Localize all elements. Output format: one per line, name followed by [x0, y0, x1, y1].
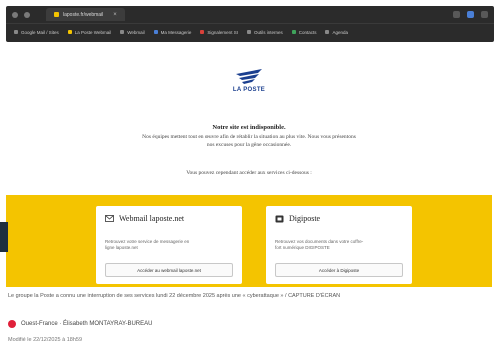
- tab-title: laposte.fr/webmail: [63, 11, 104, 18]
- bookmark-item[interactable]: Ma Messagerie: [153, 29, 192, 35]
- bookmark-label: Signalement SI: [207, 29, 238, 35]
- bookmark-icon: [325, 30, 330, 34]
- menu-icon[interactable]: [453, 11, 460, 18]
- card-header: Webmail laposte.net: [105, 214, 233, 223]
- bookmark-icon: [246, 30, 251, 34]
- card-description-line: fort numérique DIGIPOSTE: [275, 245, 330, 250]
- browser-frame: laposte.fr/webmail × Google Mail / Sites…: [6, 6, 494, 42]
- bookmark-label: Webmail: [127, 29, 145, 35]
- tab-strip: laposte.fr/webmail ×: [6, 6, 494, 23]
- favicon-icon: [54, 12, 59, 17]
- card-description-line: ligne laposte.net: [105, 245, 138, 250]
- card-description: Retrouvez votre service de messagerie en…: [105, 239, 233, 251]
- notice-cta: Vous pouvez cependant accéder aux servic…: [186, 170, 312, 176]
- webmail-card: Webmail laposte.net Retrouvez votre serv…: [96, 206, 242, 284]
- webmail-access-button[interactable]: Accéder au webmail laposte.net: [105, 263, 233, 277]
- notice-body: Nos équipes mettent tout en œuvre afin d…: [70, 133, 428, 149]
- left-edge-marker: [0, 222, 8, 252]
- vault-icon: [275, 215, 284, 222]
- window-minimize-icon[interactable]: [24, 11, 30, 18]
- card-title: Digiposte: [289, 214, 321, 223]
- mail-icon: [105, 215, 114, 222]
- bookmark-item[interactable]: Contacts: [291, 29, 317, 35]
- extensions-icon[interactable]: [481, 11, 488, 18]
- source-logo-icon: [8, 320, 16, 328]
- unavailable-notice: Notre site est indisponible. Nos équipes…: [70, 124, 428, 149]
- digiposte-access-button[interactable]: Accéder à Digiposte: [275, 263, 403, 277]
- tab-close-icon[interactable]: ×: [113, 12, 117, 18]
- author-name[interactable]: Ouest-France · Élisabeth MONTAYRAY-BUREA…: [21, 321, 152, 327]
- bookmark-item[interactable]: Google Mail / Sites: [14, 30, 59, 35]
- digiposte-card: Digiposte Retrouvez vos documents dans v…: [266, 206, 412, 284]
- services-band: [6, 195, 492, 287]
- card-description: Retrouvez vos documents dans votre coffr…: [275, 239, 403, 251]
- image-caption: Le groupe la Poste a connu une interrupt…: [8, 293, 341, 299]
- browser-toolbar: [453, 11, 488, 18]
- bookmark-item[interactable]: Signalement SI: [200, 30, 238, 35]
- author-line: Ouest-France · Élisabeth MONTAYRAY-BUREA…: [8, 320, 152, 328]
- bookmark-item[interactable]: La Poste Webmail: [67, 29, 112, 35]
- bookmark-icon: [67, 30, 72, 34]
- bookmark-label: Google Mail / Sites: [21, 29, 59, 35]
- modified-timestamp: Modifié le 22/12/2025 à 18h59: [8, 337, 83, 343]
- bookmark-item[interactable]: Outils internes: [246, 29, 283, 35]
- bookmark-item[interactable]: Agenda: [325, 30, 348, 35]
- bookmarks-bar: Google Mail / Sites La Poste Webmail Web…: [6, 23, 494, 40]
- card-header: Digiposte: [275, 214, 403, 223]
- bookmark-label: Ma Messagerie: [160, 29, 192, 35]
- bookmark-icon: [291, 30, 296, 34]
- bookmark-icon: [153, 30, 158, 34]
- notice-body-line: nos excuses pour la gêne occasionnée.: [206, 142, 292, 148]
- la-poste-logo: LA POSTE: [224, 68, 274, 93]
- card-title: Webmail laposte.net: [119, 214, 185, 223]
- profile-icon[interactable]: [467, 11, 474, 18]
- bookmark-label: Agenda: [332, 29, 348, 35]
- notice-title: Notre site est indisponible.: [212, 124, 286, 131]
- bookmark-icon: [120, 30, 125, 34]
- bookmark-icon: [200, 30, 205, 34]
- bookmark-icon: [14, 30, 18, 34]
- browser-tab[interactable]: laposte.fr/webmail ×: [46, 8, 125, 21]
- bookmark-label: Contacts: [298, 29, 317, 35]
- bookmark-label: La Poste Webmail: [74, 29, 112, 35]
- bookmark-label: Outils internes: [253, 29, 283, 35]
- logo-wordmark: LA POSTE: [232, 87, 266, 93]
- notice-body-line: Nos équipes mettent tout en œuvre afin d…: [142, 134, 356, 140]
- bookmark-item[interactable]: Webmail: [120, 29, 145, 35]
- la-poste-bird-icon: [236, 69, 262, 84]
- window-close-icon[interactable]: [12, 11, 18, 18]
